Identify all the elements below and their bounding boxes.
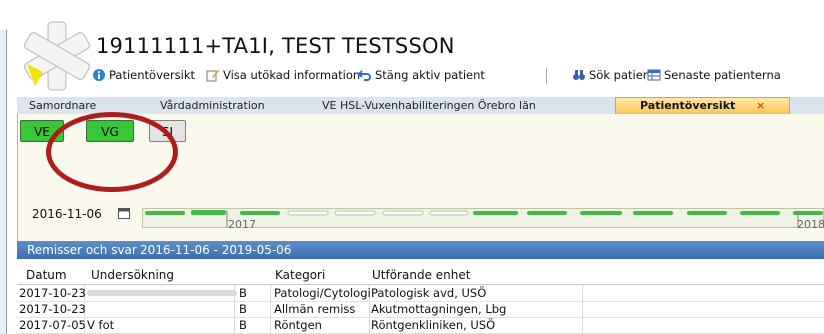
- cell-date: 2017-10-23: [19, 302, 86, 316]
- column-header-kategori[interactable]: Kategori: [275, 268, 325, 282]
- referrals-title: Remisser och svar: [27, 243, 137, 257]
- close-patient-button[interactable]: Stäng aktiv patient: [358, 68, 485, 82]
- table-row[interactable]: 2017-10-23 B Allmän remiss Akutmottagnin…: [17, 301, 824, 318]
- document-edit-icon: [206, 70, 219, 82]
- redacted-text: [87, 290, 237, 296]
- column-header-utforande-enhet[interactable]: Utförande enhet: [372, 268, 470, 282]
- tab-patientoversikt-label: Patientöversikt: [640, 99, 736, 112]
- app-logo-icon: [24, 21, 90, 91]
- cell-category: Röntgen: [274, 318, 322, 332]
- referrals-header: Remisser och svar 2016-11-06 - 2019-05-0…: [17, 241, 824, 259]
- table-row[interactable]: 2017-10-23 B Patologi/Cytologi Patologis…: [17, 285, 824, 302]
- table-row[interactable]: 2017-07-05 V fot B Röntgen Röntgenklinik…: [17, 317, 824, 334]
- referrals-date-range: 2016-11-06 - 2019-05-06: [140, 243, 292, 257]
- timeline-year-label: 2017: [228, 218, 256, 231]
- toolbar-separator: [546, 68, 547, 84]
- cell-category: Patologi/Cytologi: [274, 286, 371, 300]
- cell-flag: B: [239, 302, 247, 316]
- extended-info-label: Visa utökad information: [223, 68, 361, 82]
- timeline-year-label: 2018: [797, 218, 824, 231]
- column-header-undersokning[interactable]: Undersökning: [91, 268, 174, 282]
- binoculars-icon: [573, 70, 585, 80]
- recent-patients-label: Senaste patienterna: [664, 68, 781, 82]
- tab-samordnare[interactable]: Samordnare: [29, 97, 96, 114]
- timeline-start-date: 2016-11-06: [32, 207, 102, 221]
- cell-date: 2017-10-23: [19, 286, 86, 300]
- tab-ve-hsl[interactable]: VE HSL-Vuxenhabiliteringen Örebro län: [322, 97, 536, 114]
- close-patient-label: Stäng aktiv patient: [375, 68, 485, 82]
- cell-unit: Röntgenkliniken, USÖ: [371, 318, 496, 332]
- cell-exam: V fot: [87, 318, 115, 332]
- undo-arrow-icon: [358, 70, 371, 81]
- cell-flag: B: [239, 286, 247, 300]
- extended-info-button[interactable]: Visa utökad information: [206, 68, 360, 82]
- info-icon: [93, 69, 105, 81]
- annotation-circle: [46, 112, 178, 192]
- patient-overview-label: Patientöversikt: [109, 68, 196, 82]
- column-header-datum[interactable]: Datum: [26, 268, 67, 282]
- tab-strip: Samordnare Vårdadministration VE HSL-Vux…: [17, 97, 824, 115]
- cell-flag: B: [239, 318, 247, 332]
- window-edge: [0, 30, 7, 334]
- patient-title: 19111111+TA1I, TEST TESTSSON: [96, 34, 455, 58]
- calendar-icon[interactable]: [118, 207, 130, 219]
- tab-close-icon[interactable]: ×: [756, 98, 765, 114]
- tab-patientoversikt[interactable]: Patientöversikt ×: [615, 97, 790, 114]
- cell-unit: Patologisk avd, USÖ: [371, 286, 487, 300]
- cell-category: Allmän remiss: [274, 302, 356, 316]
- cell-unit: Akutmottagningen, Lbg: [371, 302, 507, 316]
- cell-date: 2017-07-05: [19, 318, 86, 332]
- patient-overview-button[interactable]: Patientöversikt: [92, 68, 195, 82]
- recent-patients-button[interactable]: Senaste patienterna: [647, 68, 781, 82]
- tab-vardadministration[interactable]: Vårdadministration: [160, 97, 265, 114]
- table-list-icon: [647, 69, 661, 81]
- search-patient-label: Sök patient: [589, 68, 655, 82]
- search-patient-button[interactable]: Sök patient: [572, 68, 655, 82]
